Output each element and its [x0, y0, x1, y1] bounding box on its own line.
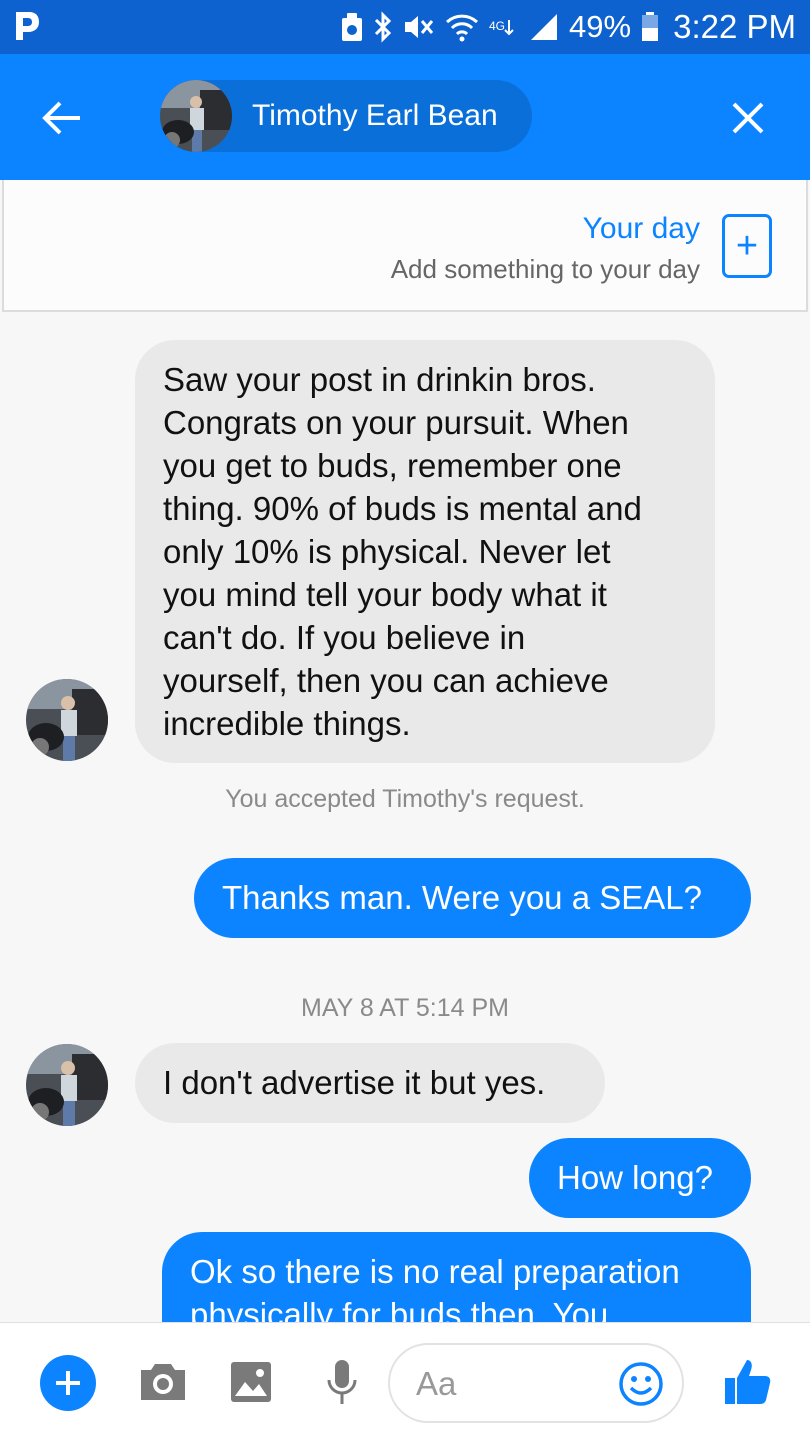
your-day-subtitle[interactable]: Add something to your day — [391, 254, 700, 285]
message-composer — [0, 1322, 810, 1440]
mute-icon — [405, 16, 434, 38]
battery-percent: 49% — [569, 9, 632, 44]
message-line: can't do. If you believe in — [163, 619, 526, 656]
clock: 3:22 PM — [673, 8, 796, 45]
add-story-icon: + — [735, 225, 759, 267]
message-line: Ok so there is no real preparation — [190, 1253, 680, 1290]
message-timestamp: MAY 8 AT 5:14 PM — [301, 994, 509, 1022]
message-line: yourself, then you can achieve — [163, 662, 609, 699]
back-button[interactable] — [38, 94, 86, 142]
avatar[interactable] — [26, 679, 108, 761]
pandora-icon — [16, 12, 39, 40]
message-line: incredible things. — [163, 705, 411, 742]
status-bar: 4G 49% 3:22 PM — [0, 0, 810, 54]
message-bubble-outgoing[interactable]: Ok so there is no real preparation physi… — [162, 1232, 751, 1322]
camera-icon — [141, 1364, 185, 1400]
thumbs-up-button[interactable] — [718, 1353, 776, 1411]
message-text: Thanks man. Were you a SEAL? — [222, 879, 702, 916]
message-line: you mind tell your body what it — [163, 576, 607, 613]
conversation-header: Timothy Earl Bean — [0, 54, 810, 180]
microphone-icon — [327, 1360, 357, 1404]
status-icons: 4G 49% 3:22 PM — [341, 0, 796, 54]
gallery-button[interactable] — [222, 1353, 280, 1411]
message-bubble-outgoing[interactable]: Thanks man. Were you a SEAL? — [194, 858, 751, 938]
battery-icon — [642, 12, 659, 41]
microphone-button[interactable] — [313, 1353, 371, 1411]
bluetooth-icon — [374, 11, 392, 43]
avatar[interactable] — [26, 1044, 108, 1126]
avatar — [160, 80, 232, 152]
message-line: Congrats on your pursuit. When — [163, 404, 629, 441]
back-arrow-icon — [42, 101, 80, 135]
message-line: you get to buds, remember one — [163, 447, 622, 484]
camera-button[interactable] — [134, 1353, 192, 1411]
svg-text:4G: 4G — [489, 19, 505, 33]
message-line: Saw your post in drinkin bros. — [163, 361, 596, 398]
your-day-panel: Your day Add something to your day + — [2, 180, 808, 312]
message-input[interactable] — [416, 1361, 616, 1407]
contact-pill[interactable]: Timothy Earl Bean — [160, 80, 532, 152]
message-line: only 10% is physical. Never let — [163, 533, 611, 570]
signal-icon — [531, 14, 558, 40]
vault-icon — [342, 13, 363, 41]
message-text: How long? — [557, 1159, 713, 1196]
lte-icon: 4G — [489, 19, 514, 36]
plus-icon — [56, 1371, 80, 1395]
message-line: physically for buds then. You — [190, 1296, 609, 1322]
emoji-icon[interactable] — [618, 1361, 664, 1407]
message-input-field[interactable] — [388, 1343, 684, 1423]
message-list[interactable]: Saw your post in drinkin bros. Congrats … — [0, 312, 810, 1322]
thumbs-up-icon — [725, 1360, 771, 1404]
gallery-icon — [231, 1362, 271, 1402]
system-note: You accepted Timothy's request. — [225, 785, 585, 813]
close-button[interactable] — [724, 94, 772, 142]
wifi-icon — [446, 14, 479, 42]
message-bubble-incoming[interactable]: I don't advertise it but yes. — [135, 1043, 605, 1123]
your-day-title[interactable]: Your day — [583, 212, 700, 246]
add-story-button[interactable]: + — [722, 214, 772, 278]
message-text: I don't advertise it but yes. — [163, 1064, 546, 1101]
message-bubble-outgoing[interactable]: How long? — [529, 1138, 751, 1218]
close-icon — [732, 102, 764, 134]
plus-button[interactable] — [40, 1355, 96, 1411]
message-line: thing. 90% of buds is mental and — [163, 490, 642, 527]
message-bubble-incoming[interactable]: Saw your post in drinkin bros. Congrats … — [135, 340, 715, 763]
contact-name: Timothy Earl Bean — [252, 99, 498, 132]
